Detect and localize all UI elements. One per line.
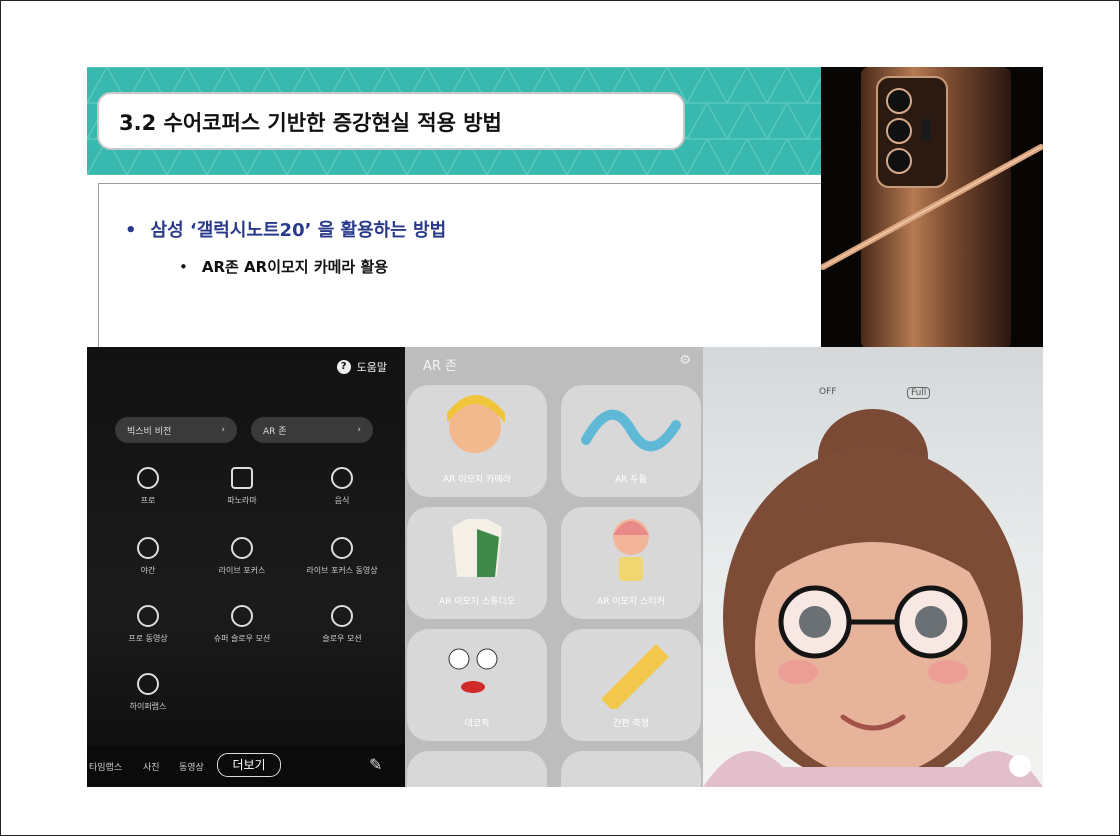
mode-label: 슈퍼 슬로우 모션: [213, 634, 271, 643]
phone-image: [821, 67, 1043, 349]
mode-night[interactable]: 야간: [103, 537, 193, 576]
mode-live-focus[interactable]: 라이브 포커스: [197, 537, 287, 576]
camera-bottom-bar: 타임랩스 사진 동영상 더보기 ✎: [87, 745, 405, 787]
tile-quick-measure[interactable]: 간편 측정: [561, 629, 701, 741]
content-box: • 삼성 ‘갤럭시노트20’ 을 활용하는 방법 • AR존 AR이모지 카메라 활…: [98, 183, 824, 349]
food-icon: [331, 467, 353, 489]
slow-motion-icon: [231, 605, 253, 627]
ar-zone-screenshot: AR 존 ⚙ AR 이모지 카메라 AR 두들 AR 이모지 스튜디오 AR 이…: [405, 347, 703, 787]
tile-ar-emoji-camera[interactable]: AR 이모지 카메라: [407, 385, 547, 497]
bullet-marker: •: [125, 220, 137, 241]
bullet-level-1: • 삼성 ‘갤럭시노트20’ 을 활용하는 방법: [125, 216, 446, 242]
moon-icon: [137, 537, 159, 559]
person-icon: [231, 537, 253, 559]
help-icon: ?: [336, 360, 351, 374]
slide-title: 3.2 수어코퍼스 기반한 증강현실 적용 방법: [119, 111, 502, 135]
help-label: 도움말: [356, 361, 387, 374]
more-button[interactable]: 더보기: [217, 753, 281, 777]
shirt-icon[interactable]: [1009, 755, 1031, 777]
mode-live-focus-video[interactable]: 라이브 포커스 동영상: [297, 537, 387, 576]
presentation-slide: 3.2 수어코퍼스 기반한 증강현실 적용 방법 • 삼성 ‘갤럭시노트20’ 을…: [0, 0, 1120, 836]
mode-label: 음식: [334, 496, 350, 505]
mode-label: 프로: [140, 496, 156, 505]
mode-label: 프로 동영상: [128, 634, 168, 643]
doodle-icon: [581, 409, 681, 452]
mode-food[interactable]: 음식: [297, 467, 387, 506]
mode-slow-motion[interactable]: 슬로우 모션: [297, 605, 387, 644]
tile-ar-doodle[interactable]: AR 두들: [561, 385, 701, 497]
tile-label: AR 이모지 스티커: [597, 597, 665, 607]
tile-ar-emoji-studio[interactable]: AR 이모지 스튜디오: [407, 507, 547, 619]
chevron-right-icon: ›: [357, 425, 361, 435]
tile-label: 데코픽: [464, 719, 490, 729]
chevron-right-icon: ›: [221, 425, 225, 435]
bixby-vision-pill[interactable]: 빅스비 비전 ›: [115, 417, 237, 443]
tape-measure-icon: [601, 644, 669, 712]
person-video-icon: [331, 537, 353, 559]
aperture-icon: [137, 467, 159, 489]
galaxy-note20-photo: [821, 67, 1043, 349]
mode-panorama[interactable]: 파노라마: [197, 467, 287, 506]
pill-label: AR 존: [263, 426, 287, 437]
settings-icon[interactable]: ⚙: [679, 353, 691, 368]
tile-deco-pic[interactable]: 데코픽: [407, 629, 547, 741]
tab-timelapse[interactable]: 타임랩스: [89, 760, 122, 773]
ar-emoji-avatar-screenshot: OFF Full: [703, 347, 1043, 787]
bullet-marker: •: [179, 258, 188, 276]
mode-pro-video[interactable]: 프로 동영상: [103, 605, 193, 644]
slow-motion-icon: [331, 605, 353, 627]
eyes-icon: [448, 648, 498, 693]
tab-video[interactable]: 동영상: [179, 760, 204, 773]
bullet-level-2-text: AR존 AR이모지 카메라 활용: [201, 258, 389, 276]
mode-pro[interactable]: 프로: [103, 467, 193, 506]
tile-label: 간편 측정: [613, 719, 649, 729]
tile-ar-emoji-sticker[interactable]: AR 이모지 스티커: [561, 507, 701, 619]
help-link[interactable]: ? 도움말: [336, 359, 387, 375]
mode-hyperlapse[interactable]: 하이퍼랩스: [103, 673, 193, 712]
panorama-icon: [231, 467, 253, 489]
play-icon: [137, 605, 159, 627]
shirt-icon: [452, 519, 502, 577]
mode-label: 슬로우 모션: [322, 634, 362, 643]
emoji-figure-icon: [613, 519, 649, 581]
camera-modes-screenshot: ? 도움말 빅스비 비전 › AR 존 › 프로 파노라마 음식 야간 라이브 포커…: [87, 347, 405, 787]
pencil-icon[interactable]: ✎: [369, 755, 382, 774]
pill-label: 빅스비 비전: [127, 426, 172, 437]
tile-label: AR 이모지 카메라: [443, 475, 511, 485]
mode-label: 파노라마: [227, 496, 257, 505]
tile-label: AR 이모지 스튜디오: [438, 597, 516, 607]
mode-label: 라이브 포커스: [218, 566, 266, 575]
title-box: 3.2 수어코퍼스 기반한 증강현실 적용 방법: [97, 92, 685, 150]
tab-photo[interactable]: 사진: [143, 760, 160, 773]
bullet-level-2: • AR존 AR이모지 카메라 활용: [179, 256, 388, 277]
mode-label: 야간: [140, 566, 156, 575]
tile-partial-2[interactable]: [561, 751, 701, 787]
tile-label: AR 두들: [615, 475, 647, 485]
ar-zone-pill[interactable]: AR 존 ›: [251, 417, 373, 443]
tile-partial-1[interactable]: [407, 751, 547, 787]
emoji-face-icon: [447, 395, 505, 453]
avatar-face-image: [703, 409, 1043, 787]
mode-label: 라이브 포커스 동영상: [306, 566, 378, 575]
clock-icon: [137, 673, 159, 695]
mode-super-slow-motion[interactable]: 슈퍼 슬로우 모션: [197, 605, 287, 644]
bullet-level-1-text: 삼성 ‘갤럭시노트20’ 을 활용하는 방법: [150, 220, 447, 241]
ar-zone-title: AR 존: [423, 359, 458, 374]
mode-label: 하이퍼랩스: [129, 702, 167, 711]
